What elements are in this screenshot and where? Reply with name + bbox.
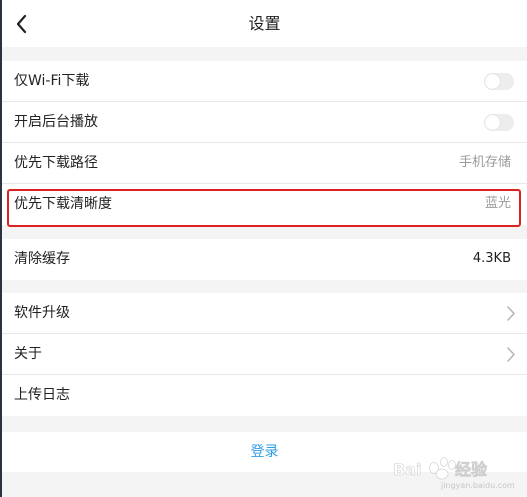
setting-value: 蓝光 [484,196,511,211]
settings-group-about: 软件升级 关于 上传日志 [2,293,527,416]
setting-label: 仅Wi-Fi下载 [14,73,90,89]
setting-row-upgrade[interactable]: 软件升级 [2,293,527,334]
wifi-only-toggle[interactable] [484,73,514,90]
settings-group-download: 仅Wi-Fi下载 开启后台播放 优先下载路径 手机存储 优先下载清晰度 蓝光 [2,61,527,225]
setting-value: 手机存储 [458,155,511,170]
svg-text:经验: 经验 [455,460,488,479]
settings-screen: 设置 仅Wi-Fi下载 开启后台播放 优先下载路径 手机存储 优先下载清晰度 蓝… [0,0,527,497]
toggle-knob [485,115,500,130]
baidu-watermark: Bai 经验 jingyan.baidu.com [389,451,519,491]
watermark-text: Bai [393,460,421,479]
setting-label: 优先下载清晰度 [14,196,112,212]
cache-size-value: 4.3KB [472,251,511,266]
setting-label: 软件升级 [14,305,70,321]
setting-label: 开启后台播放 [14,114,98,130]
page-title: 设置 [248,14,281,33]
background-play-toggle[interactable] [484,114,514,131]
setting-label: 关于 [14,346,42,362]
setting-row-wifi-only[interactable]: 仅Wi-Fi下载 [2,61,527,102]
setting-label: 优先下载路径 [14,155,98,171]
setting-row-clear-cache[interactable]: 清除缓存 4.3KB [2,239,527,280]
setting-row-background-play[interactable]: 开启后台播放 [2,102,527,143]
setting-row-upload-log[interactable]: 上传日志 [2,375,527,416]
chevron-right-icon [505,346,517,363]
setting-row-download-path[interactable]: 优先下载路径 手机存储 [2,143,527,184]
toggle-knob [485,74,500,89]
settings-group-cache: 清除缓存 4.3KB [2,239,527,280]
setting-row-download-quality[interactable]: 优先下载清晰度 蓝光 [2,184,527,225]
setting-label: 上传日志 [14,387,70,403]
paw-logo-icon: Bai 经验 jingyan.baidu.com [393,457,515,490]
watermark-sub: jingyan.baidu.com [440,481,515,490]
setting-row-about[interactable]: 关于 [2,334,527,375]
setting-label: 清除缓存 [14,251,70,267]
chevron-right-icon [505,305,517,322]
header-bar: 设置 [2,0,527,47]
